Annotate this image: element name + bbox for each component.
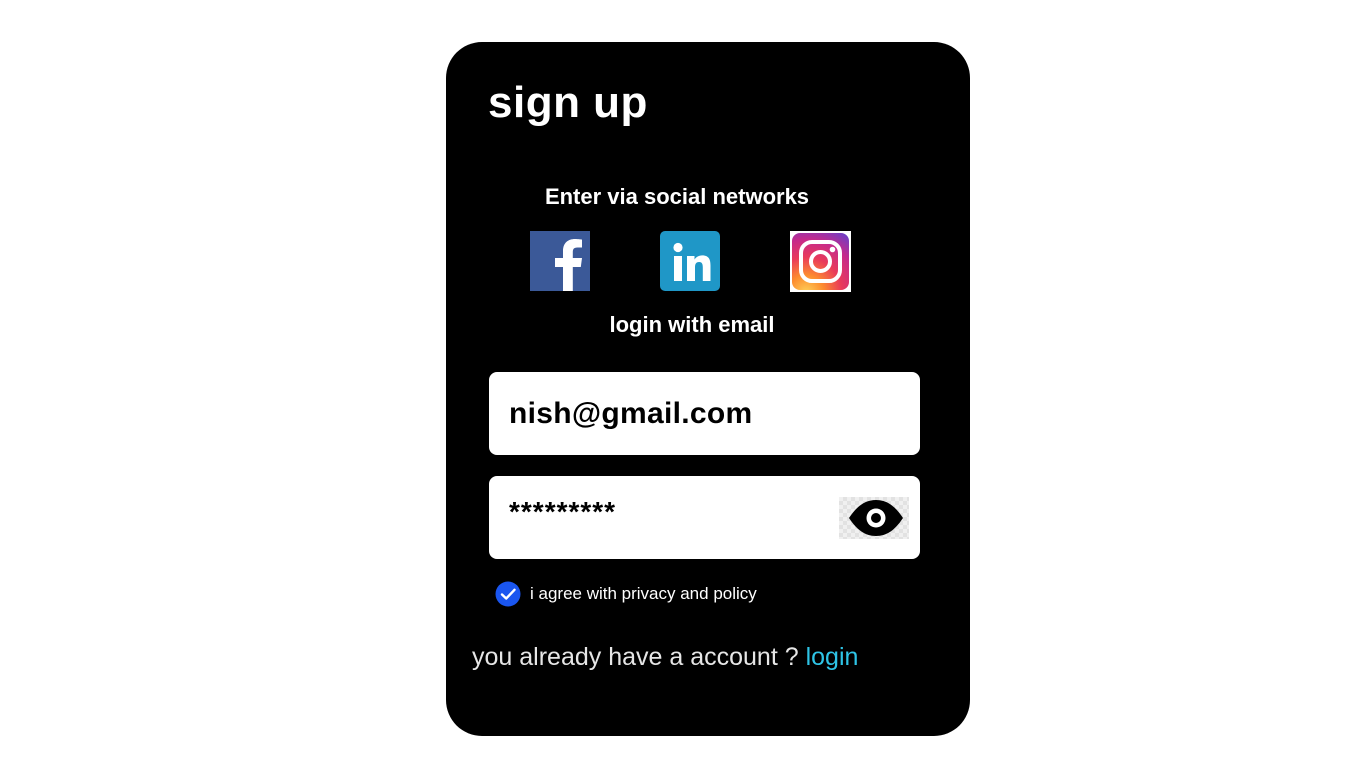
facebook-icon [530,231,590,291]
agree-label: i agree with privacy and policy [530,584,757,603]
password-field[interactable]: ********* [489,476,920,559]
account-text: you already have a account ? [472,643,799,671]
email-login-heading: login with email [609,312,775,337]
check-icon [495,581,521,607]
facebook-button[interactable] [530,231,590,291]
account-prompt: you already have a account ? login [472,640,858,674]
password-value: ********* [509,496,617,527]
linkedin-icon [660,231,720,291]
login-link[interactable]: login [806,643,859,671]
email-value: nish@gmail.com [509,397,753,430]
email-field[interactable]: nish@gmail.com [489,372,920,455]
page-title: sign up [488,78,648,127]
agree-checkbox[interactable] [495,581,521,607]
instagram-icon [790,231,851,292]
social-networks-heading: Enter via social networks [544,184,810,209]
linkedin-button[interactable] [660,231,720,291]
eye-icon [849,500,903,536]
signup-card: sign up Enter via social networks login … [446,42,970,736]
agree-row: i agree with privacy and policy [495,581,757,607]
password-visibility-toggle[interactable] [839,497,909,539]
instagram-button[interactable] [790,231,851,292]
